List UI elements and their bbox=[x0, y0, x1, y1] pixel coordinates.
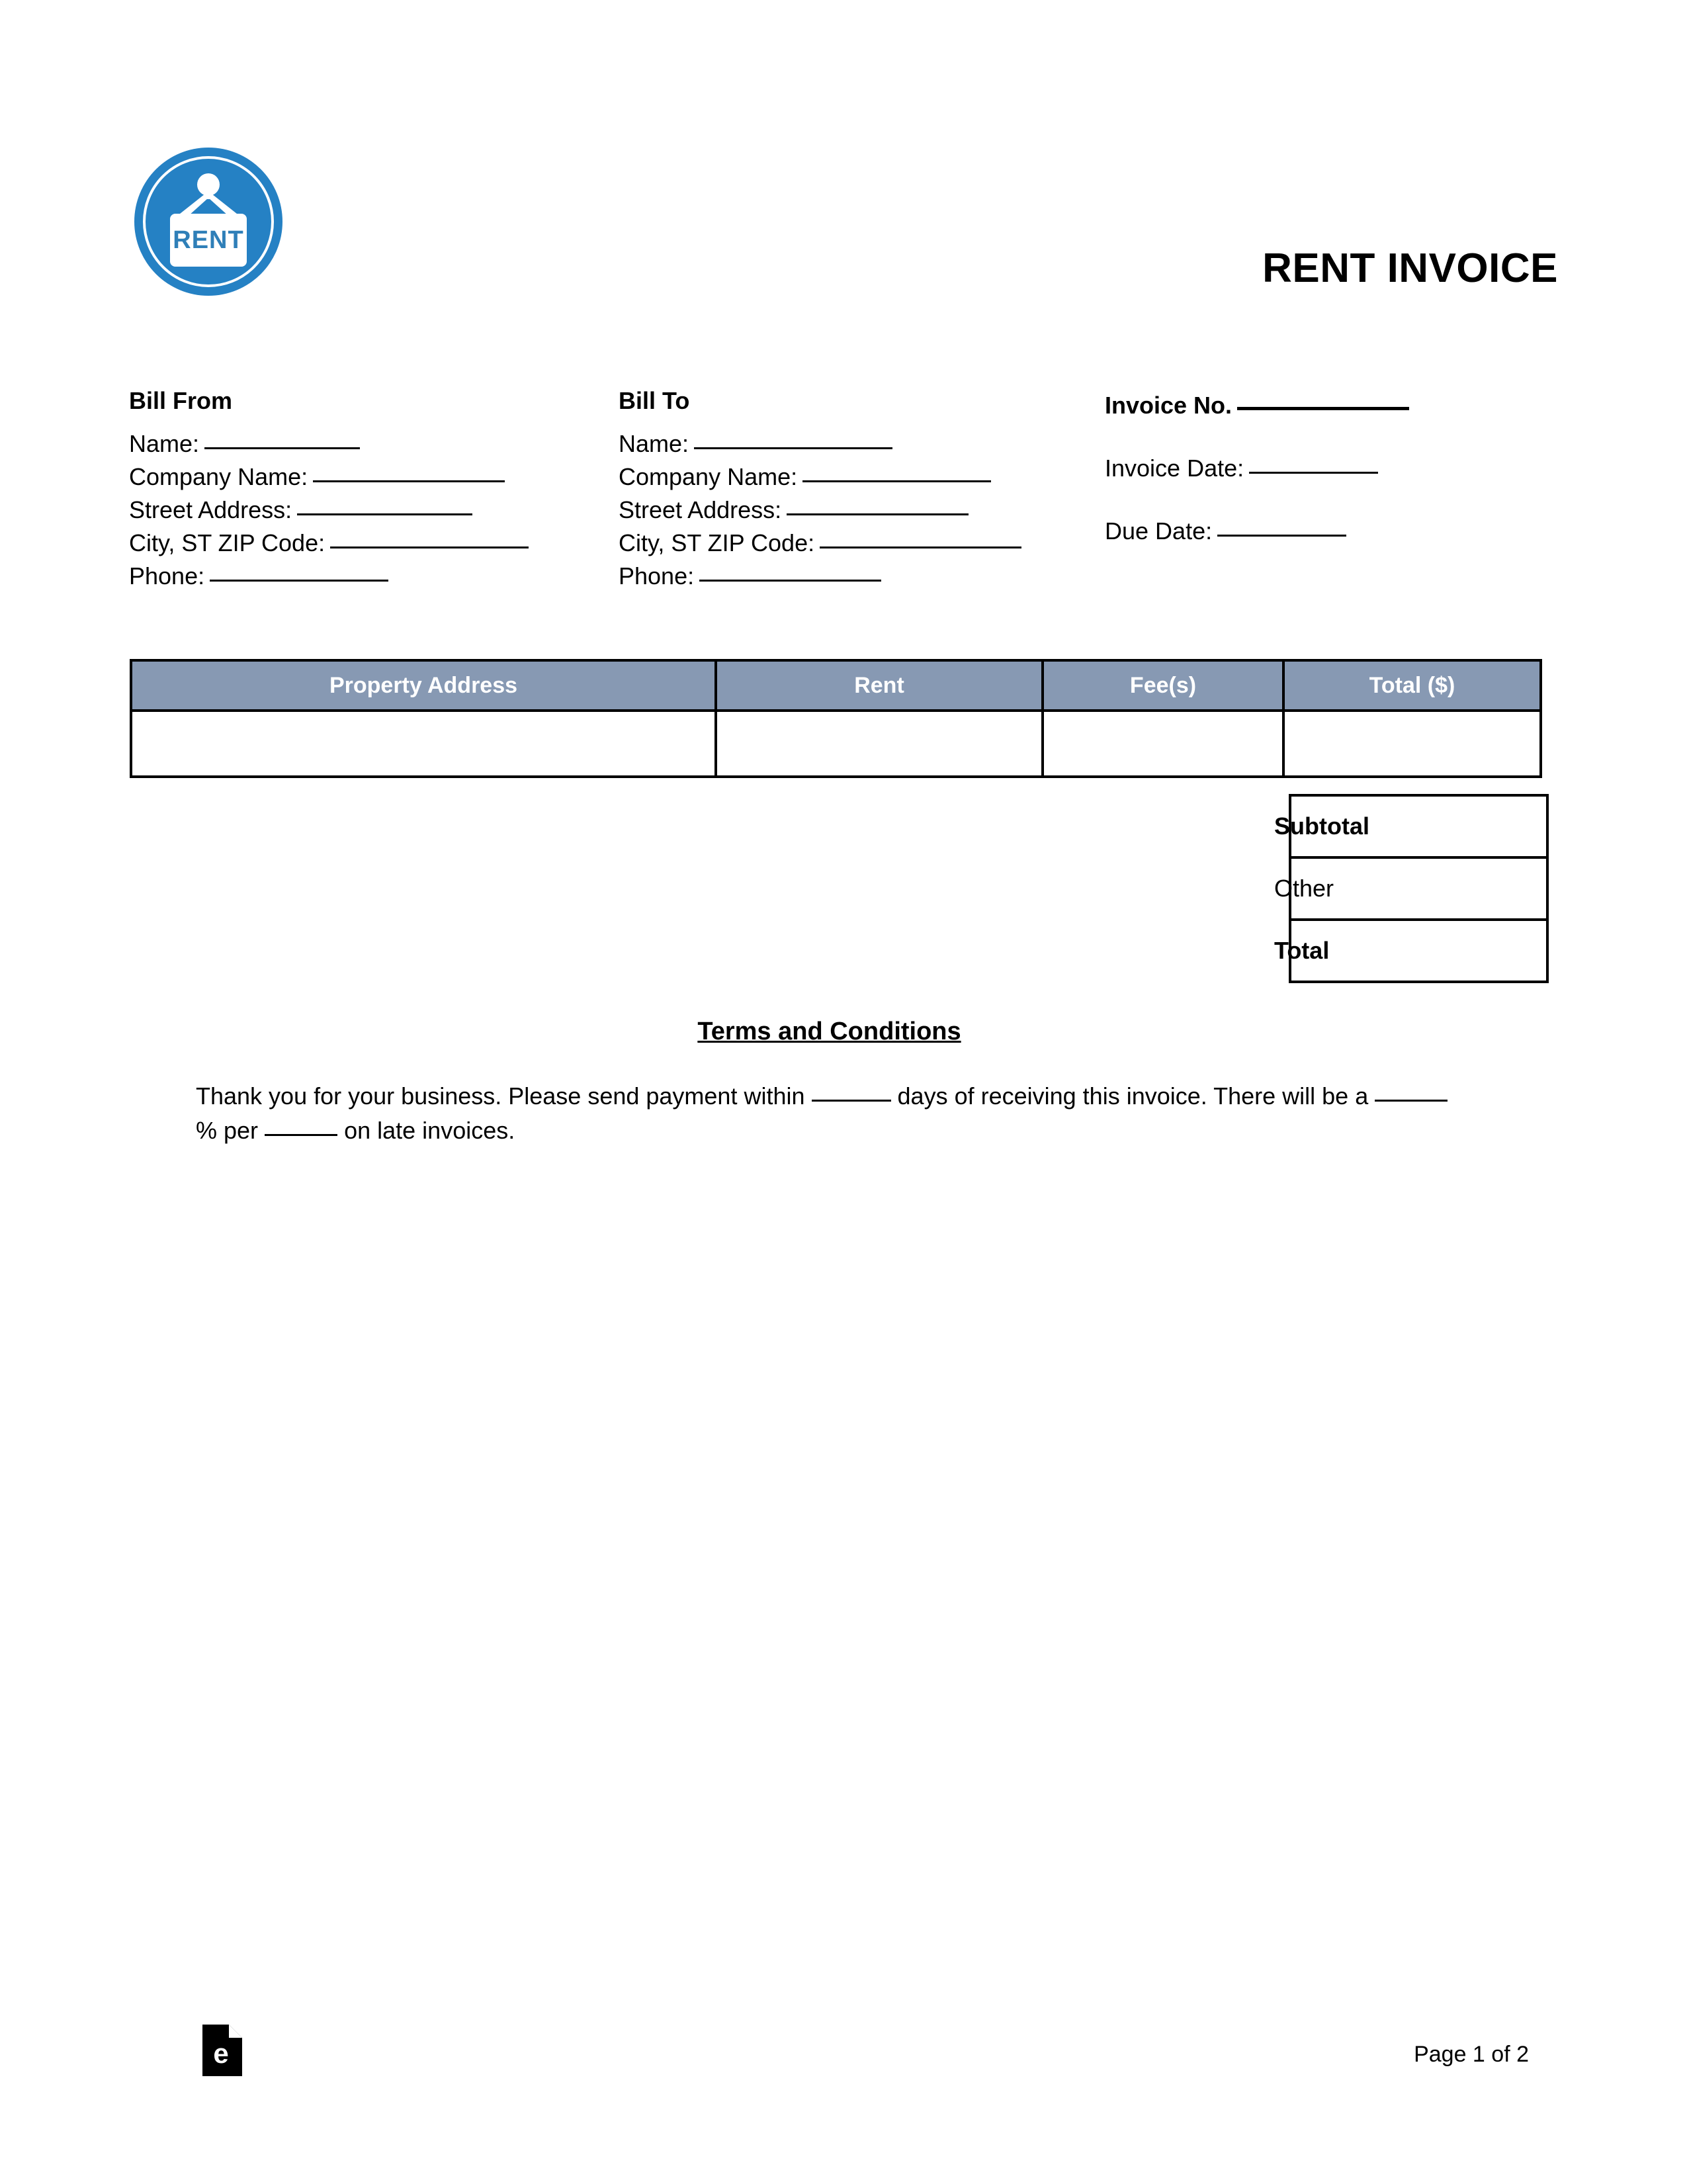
due-date-row: Due Date: bbox=[1105, 515, 1561, 548]
bill-from-company-input[interactable] bbox=[313, 480, 505, 482]
totals-spacer bbox=[130, 920, 1274, 982]
table-header-row: Property Address Rent Fee(s) Total ($) bbox=[130, 659, 1542, 712]
due-date-label: Due Date: bbox=[1105, 517, 1213, 545]
invoice-number-input[interactable] bbox=[1237, 407, 1410, 410]
bill-to-block: Bill To Name: Company Name: Street Addre… bbox=[619, 389, 1108, 593]
totals-row-subtotal: Subtotal bbox=[130, 794, 1549, 859]
invoice-date-label: Invoice Date: bbox=[1105, 455, 1244, 482]
due-date-input[interactable] bbox=[1217, 535, 1347, 537]
totals-section: Subtotal Other Total bbox=[130, 794, 1549, 983]
terms-body: Thank you for your business. Please send… bbox=[130, 1079, 1529, 1148]
bill-from-phone-label: Phone: bbox=[129, 562, 205, 590]
bill-to-city-row: City, ST ZIP Code: bbox=[619, 527, 1108, 560]
cell-rent[interactable] bbox=[714, 709, 1044, 778]
terms-and-conditions-section: Terms and Conditions Thank you for your … bbox=[130, 1018, 1529, 1148]
table-row bbox=[130, 709, 1542, 778]
bill-to-company-input[interactable] bbox=[802, 480, 992, 482]
terms-text-part-3: % per bbox=[196, 1117, 259, 1144]
column-header-fees: Fee(s) bbox=[1041, 659, 1285, 712]
bill-to-city-label: City, ST ZIP Code: bbox=[619, 529, 815, 556]
line-items-table: Property Address Rent Fee(s) Total ($) bbox=[130, 659, 1542, 778]
invoice-page: RENT RENT INVOICE Bill From Name: Compan… bbox=[0, 0, 1687, 2184]
column-header-total: Total ($) bbox=[1282, 659, 1542, 712]
totals-spacer bbox=[130, 795, 1274, 857]
bill-from-heading: Bill From bbox=[129, 387, 233, 414]
bill-to-street-label: Street Address: bbox=[619, 496, 782, 523]
bill-from-name-row: Name: bbox=[129, 427, 585, 460]
bill-from-phone-input[interactable] bbox=[210, 580, 389, 582]
other-label: Other bbox=[1274, 857, 1334, 920]
invoice-date-row: Invoice Date: bbox=[1105, 452, 1561, 485]
bill-to-company-row: Company Name: bbox=[619, 460, 1108, 494]
terms-text-part-4: on late invoices. bbox=[344, 1117, 515, 1144]
cell-fees[interactable] bbox=[1041, 709, 1285, 778]
svg-text:e: e bbox=[213, 2038, 228, 2069]
bill-from-phone-row: Phone: bbox=[129, 560, 585, 593]
rent-sign-circle-logo: RENT bbox=[129, 142, 288, 301]
bill-from-block: Bill From Name: Company Name: Street Add… bbox=[129, 389, 585, 593]
bill-from-street-row: Street Address: bbox=[129, 494, 585, 527]
bill-from-name-input[interactable] bbox=[204, 447, 361, 449]
bill-to-city-input[interactable] bbox=[820, 546, 1022, 548]
terms-heading: Terms and Conditions bbox=[697, 1018, 961, 1045]
bill-to-phone-label: Phone: bbox=[619, 562, 695, 590]
bill-from-company-row: Company Name: bbox=[129, 460, 585, 494]
bill-from-street-label: Street Address: bbox=[129, 496, 292, 523]
bill-to-name-label: Name: bbox=[619, 430, 689, 457]
terms-days-input[interactable] bbox=[811, 1100, 891, 1102]
invoice-number-row: Invoice No. bbox=[1105, 389, 1561, 422]
document-header: RENT RENT INVOICE bbox=[129, 142, 1558, 296]
totals-spacer bbox=[130, 857, 1274, 920]
page-number: Page 1 of 2 bbox=[1414, 2042, 1529, 2067]
terms-percent-input[interactable] bbox=[1375, 1100, 1448, 1102]
bill-to-phone-input[interactable] bbox=[699, 580, 882, 582]
bill-from-company-label: Company Name: bbox=[129, 463, 308, 490]
bill-to-street-row: Street Address: bbox=[619, 494, 1108, 527]
terms-text-part-1: Thank you for your business. Please send… bbox=[196, 1082, 805, 1110]
totals-row-total: Total bbox=[130, 918, 1549, 983]
page-footer: e Page 1 of 2 bbox=[130, 2025, 1529, 2111]
column-header-property-address: Property Address bbox=[130, 659, 717, 712]
svg-text:RENT: RENT bbox=[173, 226, 243, 254]
bill-to-heading: Bill To bbox=[619, 387, 690, 414]
total-label: Total bbox=[1274, 920, 1329, 982]
totals-row-other: Other bbox=[130, 856, 1549, 921]
invoice-number-label: Invoice No. bbox=[1105, 392, 1233, 419]
bill-from-city-label: City, ST ZIP Code: bbox=[129, 529, 325, 556]
bill-from-street-input[interactable] bbox=[297, 513, 473, 515]
bill-to-street-input[interactable] bbox=[787, 513, 969, 515]
cell-total[interactable] bbox=[1282, 709, 1542, 778]
invoice-date-input[interactable] bbox=[1249, 472, 1379, 474]
page-title: RENT INVOICE bbox=[1262, 245, 1558, 291]
cell-property-address[interactable] bbox=[130, 709, 717, 778]
terms-period-input[interactable] bbox=[265, 1134, 338, 1136]
bill-from-city-input[interactable] bbox=[330, 546, 529, 548]
bill-to-name-row: Name: bbox=[619, 427, 1108, 460]
bill-to-phone-row: Phone: bbox=[619, 560, 1108, 593]
terms-text-part-2: days of receiving this invoice. There wi… bbox=[897, 1082, 1369, 1110]
eforms-document-logo[interactable]: e bbox=[202, 2025, 242, 2076]
bill-from-city-row: City, ST ZIP Code: bbox=[129, 527, 585, 560]
column-header-rent: Rent bbox=[714, 659, 1044, 712]
parties-section: Bill From Name: Company Name: Street Add… bbox=[129, 389, 1561, 590]
totals-table: Subtotal Other Total bbox=[130, 794, 1549, 983]
bill-to-company-label: Company Name: bbox=[619, 463, 798, 490]
bill-from-name-label: Name: bbox=[129, 430, 200, 457]
invoice-meta-block: Invoice No. Invoice Date: Due Date: bbox=[1105, 389, 1561, 578]
subtotal-label: Subtotal bbox=[1274, 795, 1369, 857]
bill-to-name-input[interactable] bbox=[694, 447, 893, 449]
